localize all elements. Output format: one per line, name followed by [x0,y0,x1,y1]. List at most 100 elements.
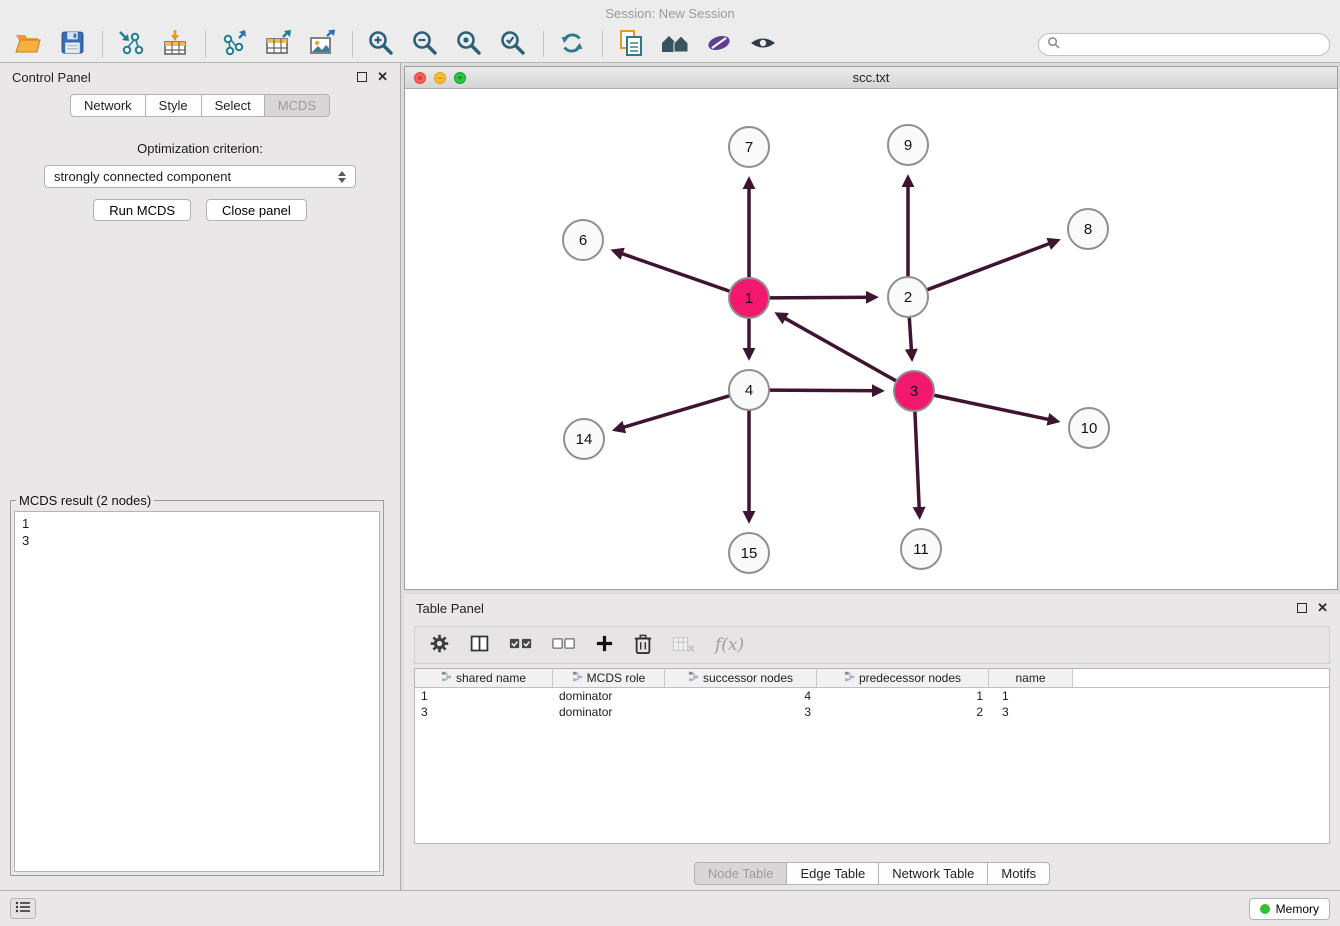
delete-table-button[interactable] [672,635,696,656]
optimization-selected-value: strongly connected component [54,169,231,184]
network-window: × − + scc.txt 7968124314101511 [404,66,1338,590]
network-graph[interactable]: 7968124314101511 [405,89,1337,589]
show-hide-details-button[interactable] [745,28,781,60]
export-table-button[interactable] [260,28,296,60]
column-header-filler [1073,669,1329,688]
export-network-button[interactable] [216,28,252,60]
edge-1-6[interactable] [614,251,730,292]
tab-network-table[interactable]: Network Table [878,862,988,885]
zoom-selected-button[interactable] [495,28,531,60]
control-panel: Control Panel ✕ Network Style Select MCD… [0,63,401,890]
cell-mcds-role[interactable]: dominator [553,688,665,704]
open-session-button[interactable] [10,28,46,60]
table-toolbar: f(x) [414,626,1330,664]
select-all-icon [509,637,533,653]
column-header-name[interactable]: name [989,669,1073,688]
edge-3-1[interactable] [778,314,897,381]
mcds-result-line: 3 [22,532,372,549]
memory-button[interactable]: Memory [1249,898,1330,920]
window-titlebar: Session: New Session [0,0,1340,26]
optimization-select[interactable]: strongly connected component [44,165,356,188]
edge-4-3[interactable] [769,390,881,391]
cell-successor-nodes[interactable]: 4 [665,688,817,704]
delete-column-button[interactable] [633,633,653,658]
node-label-3: 3 [910,383,918,400]
minimize-window-icon[interactable]: − [434,72,446,84]
column-header-mcds-role[interactable]: MCDS role [553,669,665,688]
cell-shared-name[interactable]: 3 [415,704,553,720]
search-input[interactable] [1065,37,1321,51]
zoom-out-icon [411,29,439,60]
window-title: Session: New Session [605,6,734,21]
column-header-predecessor-nodes[interactable]: predecessor nodes [817,669,989,688]
mcds-result-group: MCDS result (2 nodes) 1 3 [10,493,384,876]
cell-name[interactable]: 1 [989,688,1073,704]
first-neighbors-button[interactable] [657,28,693,60]
eye-icon [748,31,778,58]
refresh-layout-button[interactable] [554,28,590,60]
edge-3-10[interactable] [934,395,1057,421]
close-panel-icon[interactable]: ✕ [377,69,388,85]
columns-icon [469,633,490,657]
select-all-columns-button[interactable] [509,637,533,653]
pages-icon [617,29,645,60]
table-mode-button[interactable] [429,633,450,657]
mcds-result-list[interactable]: 1 3 [14,511,380,872]
node-label-8: 8 [1084,221,1092,238]
table-panel: Table Panel ✕ [404,594,1340,890]
tab-node-table[interactable]: Node Table [694,862,788,885]
zoom-selected-icon [499,29,527,60]
import-table-button[interactable] [157,28,193,60]
table-row[interactable]: 1 dominator 4 1 1 [415,688,1329,704]
edge-2-8[interactable] [927,241,1057,290]
node-label-10: 10 [1081,420,1098,437]
zoom-fit-button[interactable] [451,28,487,60]
task-history-button[interactable] [10,898,36,919]
close-window-icon[interactable]: × [414,72,426,84]
cell-mcds-role[interactable]: dominator [553,704,665,720]
float-panel-icon[interactable] [357,72,367,82]
tab-style[interactable]: Style [145,94,202,117]
create-column-button[interactable] [595,634,614,656]
window-controls: × − + [414,72,466,84]
combo-arrows-icon [338,171,346,183]
search-box[interactable] [1038,33,1330,56]
save-session-button[interactable] [54,28,90,60]
node-label-14: 14 [576,431,593,448]
show-columns-button[interactable] [469,633,490,657]
function-builder-button[interactable]: f(x) [715,635,744,655]
table-row[interactable]: 3 dominator 3 2 3 [415,704,1329,720]
tab-edge-table[interactable]: Edge Table [786,862,879,885]
edge-3-11[interactable] [915,411,920,516]
run-mcds-button[interactable]: Run MCDS [93,199,191,221]
tab-select[interactable]: Select [201,94,265,117]
column-sort-icon [844,671,855,685]
cell-successor-nodes[interactable]: 3 [665,704,817,720]
tab-mcds[interactable]: MCDS [264,94,330,117]
copy-view-button[interactable] [613,28,649,60]
edge-1-2[interactable] [769,297,875,298]
zoom-in-button[interactable] [363,28,399,60]
cell-predecessor-nodes[interactable]: 2 [817,704,989,720]
annotation-button[interactable] [701,28,737,60]
column-header-shared-name[interactable]: shared name [415,669,553,688]
tab-motifs[interactable]: Motifs [987,862,1050,885]
edge-4-14[interactable] [616,396,730,430]
float-table-panel-icon[interactable] [1297,603,1307,613]
export-image-button[interactable] [304,28,340,60]
deselect-all-columns-button[interactable] [552,637,576,653]
zoom-out-button[interactable] [407,28,443,60]
column-header-successor-nodes[interactable]: successor nodes [665,669,817,688]
first-neighbors-icon [660,31,690,58]
maximize-window-icon[interactable]: + [454,72,466,84]
close-mcds-panel-button[interactable]: Close panel [206,199,307,221]
import-network-button[interactable] [113,28,149,60]
tab-network[interactable]: Network [70,94,146,117]
network-window-titlebar[interactable]: × − + scc.txt [405,67,1337,89]
cell-shared-name[interactable]: 1 [415,688,553,704]
refresh-layout-icon [558,29,586,60]
edge-2-3[interactable] [909,317,912,358]
cell-name[interactable]: 3 [989,704,1073,720]
close-table-panel-icon[interactable]: ✕ [1317,600,1328,616]
cell-predecessor-nodes[interactable]: 1 [817,688,989,704]
